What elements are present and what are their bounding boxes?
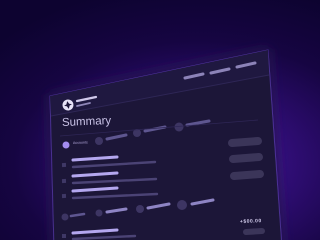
- app-window: [49, 49, 282, 240]
- action-button-1[interactable]: [228, 137, 262, 147]
- sidebar-item-accounts[interactable]: [62, 141, 70, 149]
- action-button-3[interactable]: [230, 170, 264, 180]
- page-title: Summary: [61, 115, 112, 129]
- sidebar-item-label: Accounts: [72, 140, 88, 145]
- checkbox[interactable]: [61, 162, 67, 168]
- home-icon: [62, 141, 70, 149]
- action-button-2[interactable]: [229, 153, 263, 163]
- amount-pill[interactable]: [243, 228, 265, 235]
- filter-dot-1[interactable]: [95, 137, 103, 145]
- checkbox[interactable]: [61, 193, 67, 199]
- screen: Summary Accounts +$00.00: [0, 0, 320, 240]
- amount-value: +$00.00: [239, 218, 262, 225]
- checkbox[interactable]: [62, 234, 66, 238]
- checkbox[interactable]: [61, 178, 67, 184]
